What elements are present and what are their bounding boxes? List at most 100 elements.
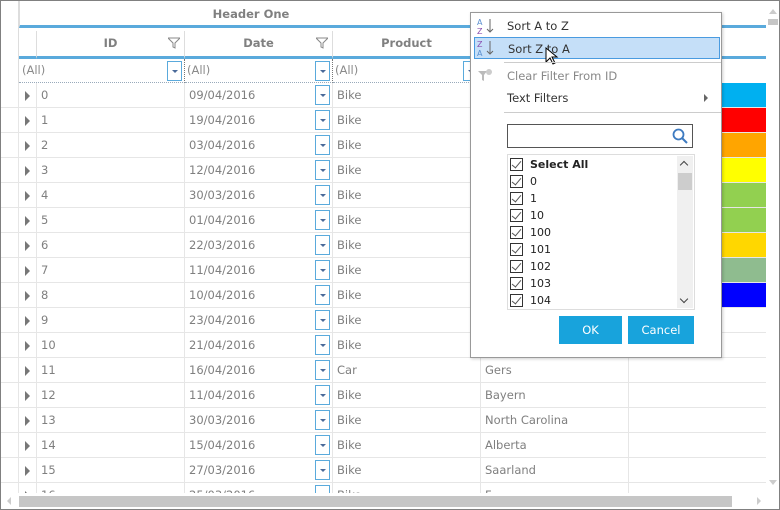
product-cell[interactable]: Bike bbox=[333, 133, 481, 157]
expand-arrow-icon[interactable] bbox=[25, 141, 30, 151]
expand-cell[interactable] bbox=[19, 108, 37, 132]
column-header-id[interactable]: ID bbox=[37, 31, 185, 59]
checkbox-checked-icon[interactable] bbox=[510, 175, 523, 188]
id-cell[interactable]: 12 bbox=[37, 383, 185, 407]
expand-arrow-icon[interactable] bbox=[25, 366, 30, 376]
date-dropdown-button[interactable] bbox=[315, 285, 330, 305]
expand-cell[interactable] bbox=[19, 83, 37, 107]
checkbox-checked-icon[interactable] bbox=[510, 243, 523, 256]
text-filters-item[interactable]: Text Filters bbox=[474, 87, 720, 109]
checkbox-checked-icon[interactable] bbox=[510, 277, 523, 290]
horizontal-scrollbar[interactable] bbox=[1, 493, 779, 509]
product-cell[interactable]: Bike bbox=[333, 458, 481, 482]
product-cell[interactable]: Bike bbox=[333, 208, 481, 232]
search-icon[interactable] bbox=[672, 128, 688, 144]
date-cell[interactable]: 30/03/2016 bbox=[185, 408, 333, 432]
checkbox-checked-icon[interactable] bbox=[510, 209, 523, 222]
filter-value-checkbox[interactable]: 10 bbox=[510, 207, 544, 224]
expand-cell[interactable] bbox=[19, 358, 37, 382]
ok-button[interactable]: OK bbox=[559, 316, 622, 344]
date-cell[interactable]: 21/04/2016 bbox=[185, 333, 333, 357]
scroll-thumb[interactable] bbox=[19, 496, 732, 507]
checkbox-checked-icon[interactable] bbox=[510, 158, 523, 171]
id-cell[interactable]: 4 bbox=[37, 183, 185, 207]
row-header-cell[interactable] bbox=[1, 83, 19, 107]
expand-arrow-icon[interactable] bbox=[25, 266, 30, 276]
region-cell[interactable]: Gers bbox=[481, 358, 629, 382]
region-cell[interactable]: Alberta bbox=[481, 433, 629, 457]
date-cell[interactable]: 22/03/2016 bbox=[185, 233, 333, 257]
date-cell[interactable]: 19/04/2016 bbox=[185, 108, 333, 132]
checkbox-checked-icon[interactable] bbox=[510, 226, 523, 239]
expand-arrow-icon[interactable] bbox=[25, 316, 30, 326]
product-cell[interactable]: Bike bbox=[333, 258, 481, 282]
date-cell[interactable]: 16/04/2016 bbox=[185, 358, 333, 382]
id-cell[interactable]: 10 bbox=[37, 333, 185, 357]
color-cell[interactable] bbox=[629, 458, 766, 482]
product-cell[interactable]: Bike bbox=[333, 283, 481, 307]
date-dropdown-button[interactable] bbox=[315, 185, 330, 205]
search-box[interactable] bbox=[507, 124, 693, 148]
filter-cell-product[interactable]: (All) bbox=[333, 59, 481, 83]
date-dropdown-button[interactable] bbox=[315, 460, 330, 480]
expand-cell[interactable] bbox=[19, 433, 37, 457]
date-cell[interactable]: 15/04/2016 bbox=[185, 433, 333, 457]
product-cell[interactable]: Bike bbox=[333, 233, 481, 257]
scroll-left-arrow-icon[interactable] bbox=[7, 497, 11, 505]
product-cell[interactable]: Bike bbox=[333, 433, 481, 457]
filter-cell-date[interactable]: (All) bbox=[185, 59, 333, 83]
scroll-down-arrow-icon[interactable] bbox=[769, 480, 777, 485]
expand-cell[interactable] bbox=[19, 458, 37, 482]
filter-value-checkbox[interactable]: 104 bbox=[510, 292, 551, 309]
row-header-cell[interactable] bbox=[1, 133, 19, 157]
filter-dropdown-button[interactable] bbox=[315, 61, 330, 81]
row-header-cell[interactable] bbox=[1, 408, 19, 432]
expand-arrow-icon[interactable] bbox=[25, 241, 30, 251]
product-cell[interactable]: Bike bbox=[333, 83, 481, 107]
id-cell[interactable]: 11 bbox=[37, 358, 185, 382]
filter-dropdown-button[interactable] bbox=[167, 61, 182, 81]
row-header-cell[interactable] bbox=[1, 458, 19, 482]
row-header-cell[interactable] bbox=[1, 208, 19, 232]
select-all-checkbox[interactable]: Select All bbox=[510, 156, 588, 173]
date-cell[interactable]: 12/04/2016 bbox=[185, 158, 333, 182]
id-cell[interactable]: 8 bbox=[37, 283, 185, 307]
date-dropdown-button[interactable] bbox=[315, 310, 330, 330]
vertical-scrollbar[interactable] bbox=[766, 1, 779, 493]
region-cell[interactable]: North Carolina bbox=[481, 408, 629, 432]
expand-cell[interactable] bbox=[19, 383, 37, 407]
filter-value-checkbox[interactable]: 1 bbox=[510, 190, 537, 207]
table-row[interactable]: 14 15/04/2016 Bike Alberta bbox=[1, 433, 766, 458]
id-cell[interactable]: 15 bbox=[37, 458, 185, 482]
id-cell[interactable]: 14 bbox=[37, 433, 185, 457]
search-input[interactable] bbox=[511, 126, 661, 146]
column-header-date[interactable]: Date bbox=[185, 31, 333, 59]
expand-arrow-icon[interactable] bbox=[25, 116, 30, 126]
scroll-up-arrow-icon[interactable] bbox=[769, 9, 777, 14]
product-cell[interactable]: Bike bbox=[333, 333, 481, 357]
date-dropdown-button[interactable] bbox=[315, 110, 330, 130]
sort-ascending-item[interactable]: AZ Sort A to Z bbox=[474, 15, 720, 37]
filter-funnel-icon[interactable] bbox=[316, 37, 328, 49]
expand-arrow-icon[interactable] bbox=[25, 441, 30, 451]
row-header-cell[interactable] bbox=[1, 283, 19, 307]
filter-value-checkbox[interactable]: 102 bbox=[510, 258, 551, 275]
date-cell[interactable]: 23/04/2016 bbox=[185, 308, 333, 332]
color-cell[interactable] bbox=[629, 433, 766, 457]
scroll-thumb[interactable] bbox=[678, 173, 692, 190]
id-cell[interactable]: 9 bbox=[37, 308, 185, 332]
region-cell[interactable]: Saarland bbox=[481, 458, 629, 482]
expand-cell[interactable] bbox=[19, 258, 37, 282]
color-cell[interactable] bbox=[629, 358, 766, 382]
expand-cell[interactable] bbox=[19, 333, 37, 357]
sort-descending-item[interactable]: ZA Sort Z to A bbox=[474, 37, 720, 59]
expand-arrow-icon[interactable] bbox=[25, 216, 30, 226]
scroll-up-chevron-icon[interactable] bbox=[679, 160, 689, 170]
cancel-button[interactable]: Cancel bbox=[628, 316, 694, 344]
date-dropdown-button[interactable] bbox=[315, 85, 330, 105]
expand-cell[interactable] bbox=[19, 133, 37, 157]
filter-funnel-icon[interactable] bbox=[168, 37, 180, 49]
table-row[interactable]: 12 11/04/2016 Bike Bayern bbox=[1, 383, 766, 408]
row-header-cell[interactable] bbox=[1, 308, 19, 332]
row-header-cell[interactable] bbox=[1, 358, 19, 382]
